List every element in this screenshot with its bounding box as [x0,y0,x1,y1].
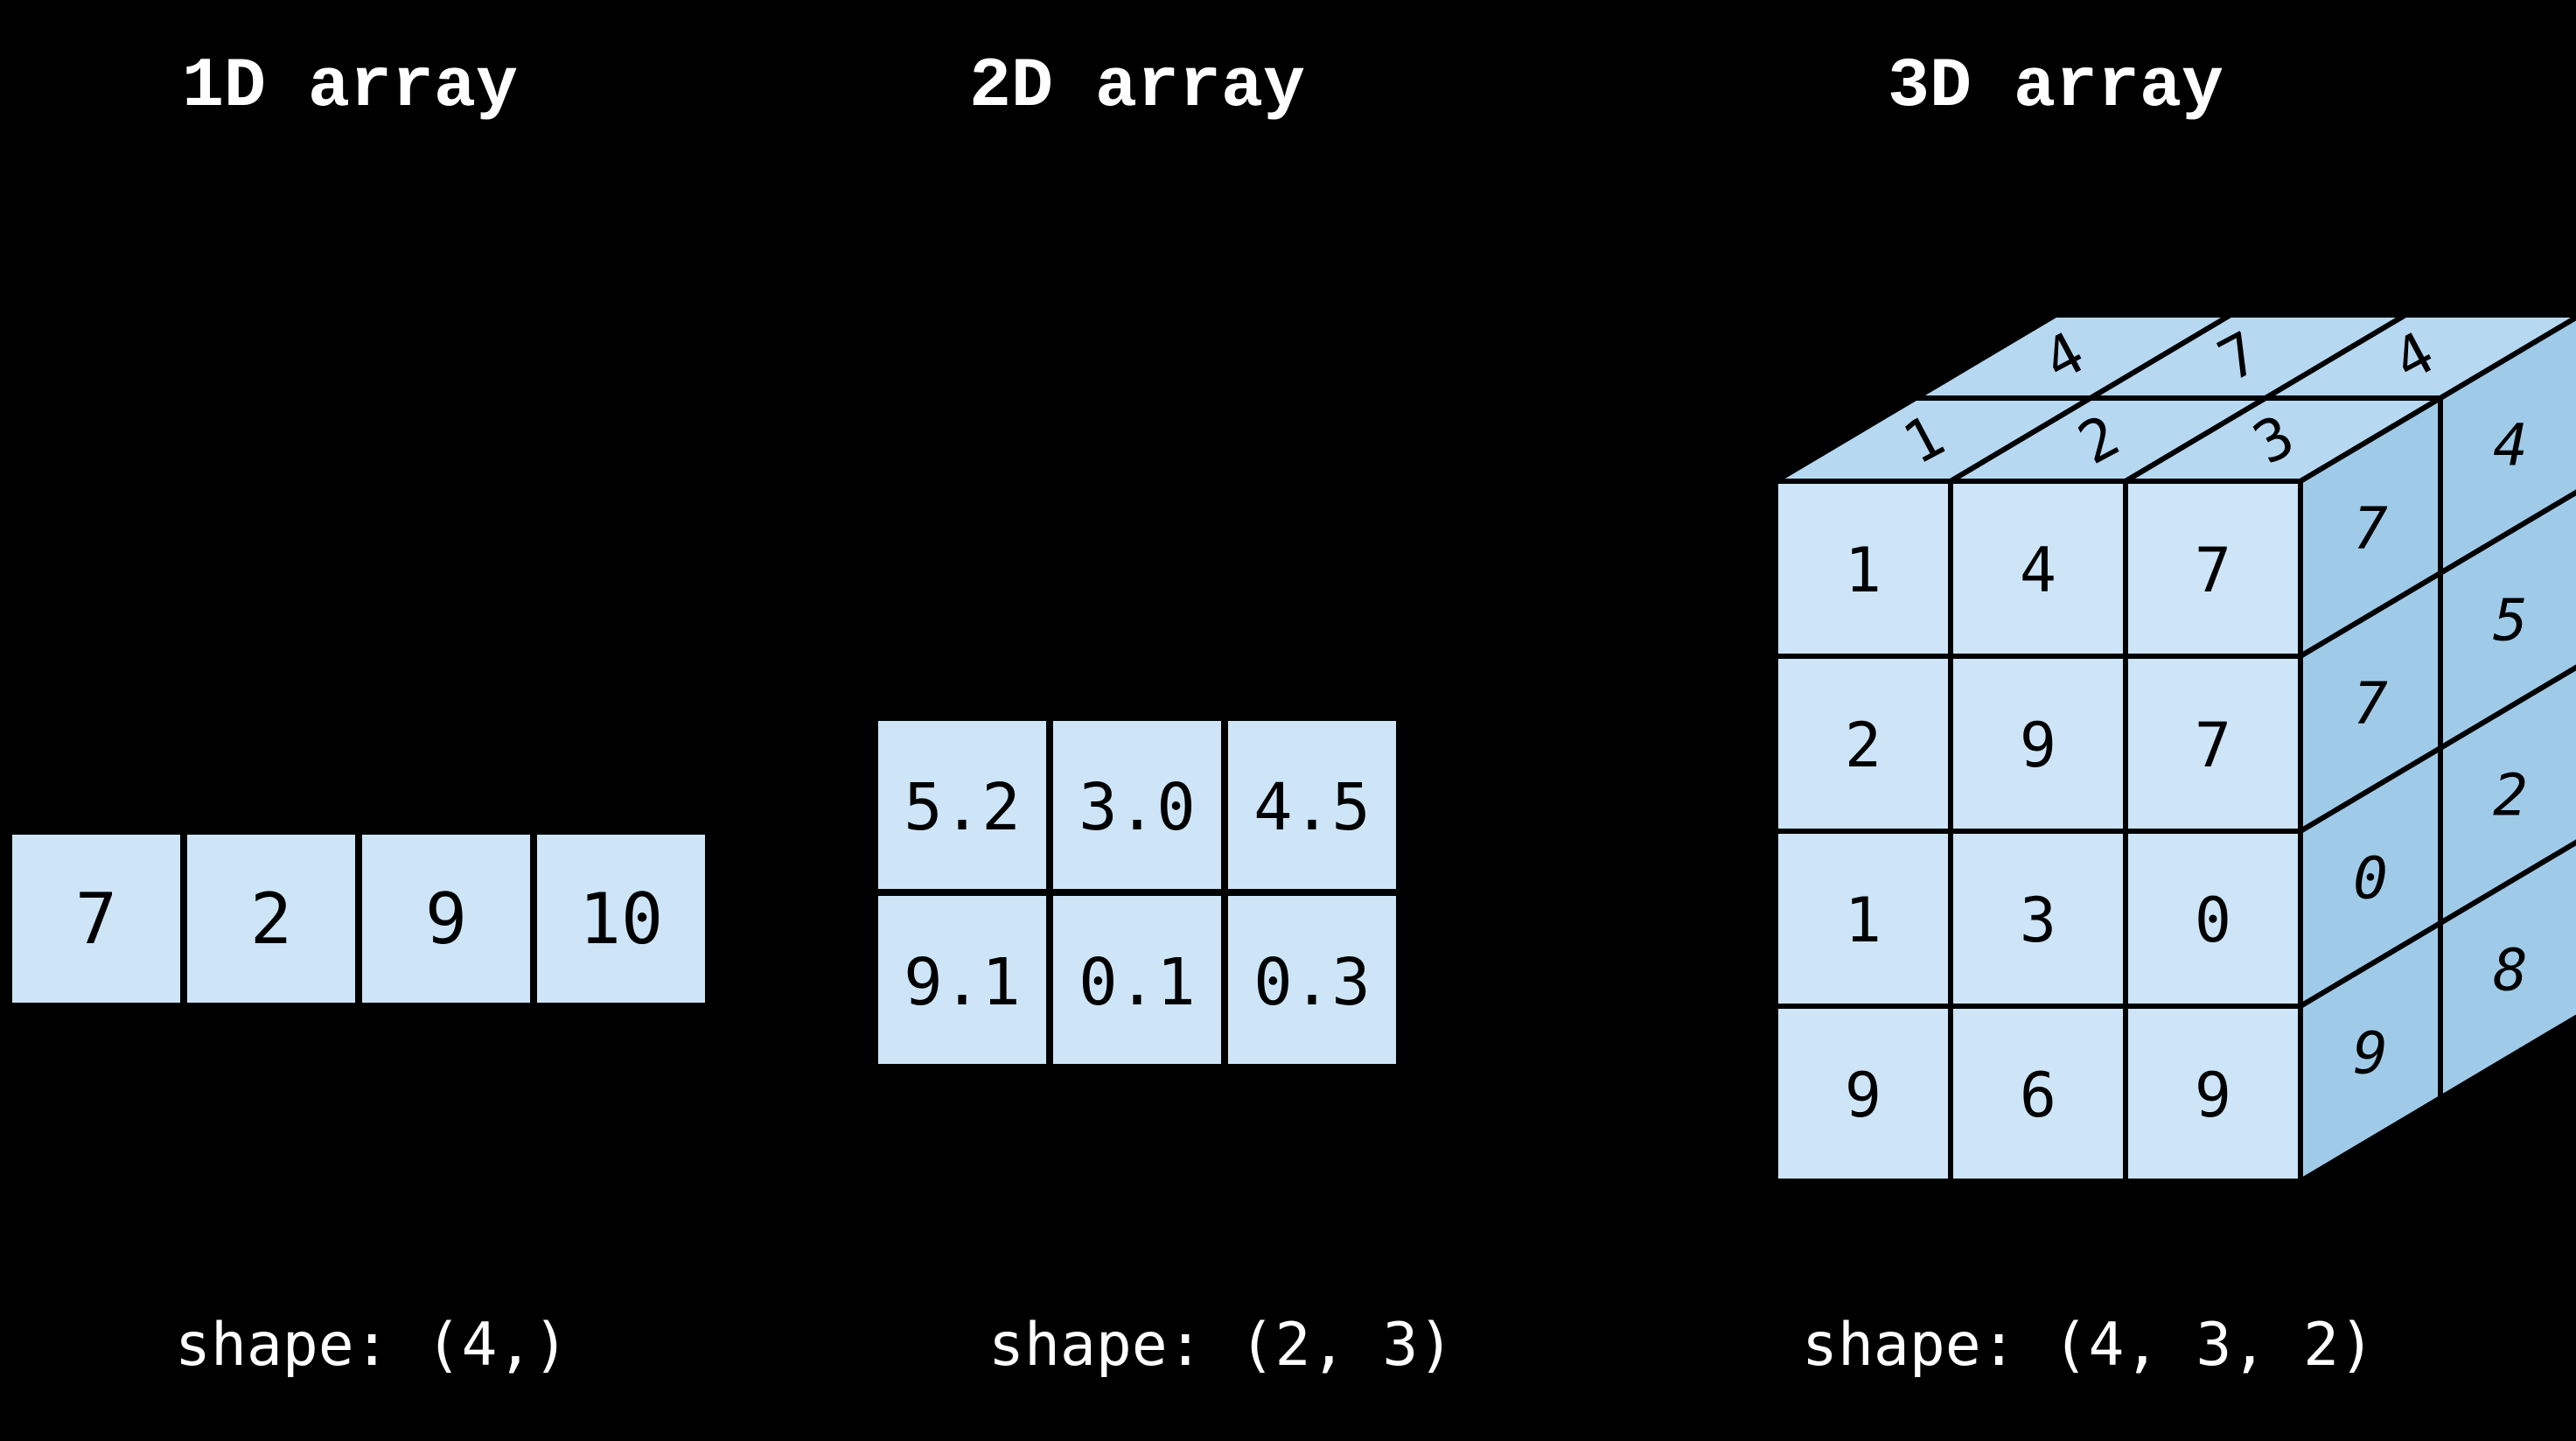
cell-value: 2 [1845,710,1881,781]
cell-value: 5.2 [904,770,1021,845]
cell-value: 2 [250,878,292,960]
cell-value: 3.0 [1079,770,1196,845]
cell-value: 7 [2353,670,2388,738]
cell-value: 1 [1845,885,1881,956]
array-1d: 7 2 9 10 [9,831,709,1006]
cell-value: 9 [425,878,467,960]
cell-value: 9.1 [904,945,1021,1020]
cell-value: 4 [2493,412,2528,479]
cell-value: 4.5 [1253,770,1371,845]
array-2d: 5.2 3.0 4.5 9.1 0.1 0.3 [875,717,1400,1067]
cell-value: 10 [579,878,663,960]
cell-value: 7 [2353,495,2388,563]
cell-value: 6 [2020,1060,2056,1131]
cell-value: 9 [2195,1060,2231,1131]
cell-value: 7 [75,878,117,960]
cell-value: 7 [2195,710,2231,781]
cell-value: 0.3 [1253,945,1371,1020]
cell-value: 0.1 [1079,945,1196,1020]
cell-value: 7 [2195,535,2231,606]
cell-value: 4 [2020,535,2056,606]
cell-value: 9 [2353,1020,2388,1088]
panel-title: 3D array [1888,47,2223,127]
tensor-shapes-diagram: 1D array shape: (4,) 2D array shape: (2, 3)… [0,0,2576,1441]
cell-value: 9 [1845,1060,1881,1131]
cell-value: 2 [2493,762,2528,829]
cell-value: 0 [2353,845,2388,913]
cell-value: 1 [1845,535,1881,606]
cell-value: 8 [2493,937,2528,1004]
panel-shape: shape: (4, 3, 2) [1802,1311,2375,1380]
array-3d: 12347474750298147297130969 [1776,315,2576,1181]
cell-value: 0 [2195,885,2231,956]
panel-shape: shape: (2, 3) [988,1311,1454,1380]
panel-title: 1D array [182,47,518,127]
cell-value: 9 [2020,710,2056,781]
panel-title: 2D array [969,47,1305,127]
cell-value: 5 [2493,587,2528,654]
cell-value: 3 [2020,885,2056,956]
panel-shape: shape: (4,) [175,1311,569,1380]
